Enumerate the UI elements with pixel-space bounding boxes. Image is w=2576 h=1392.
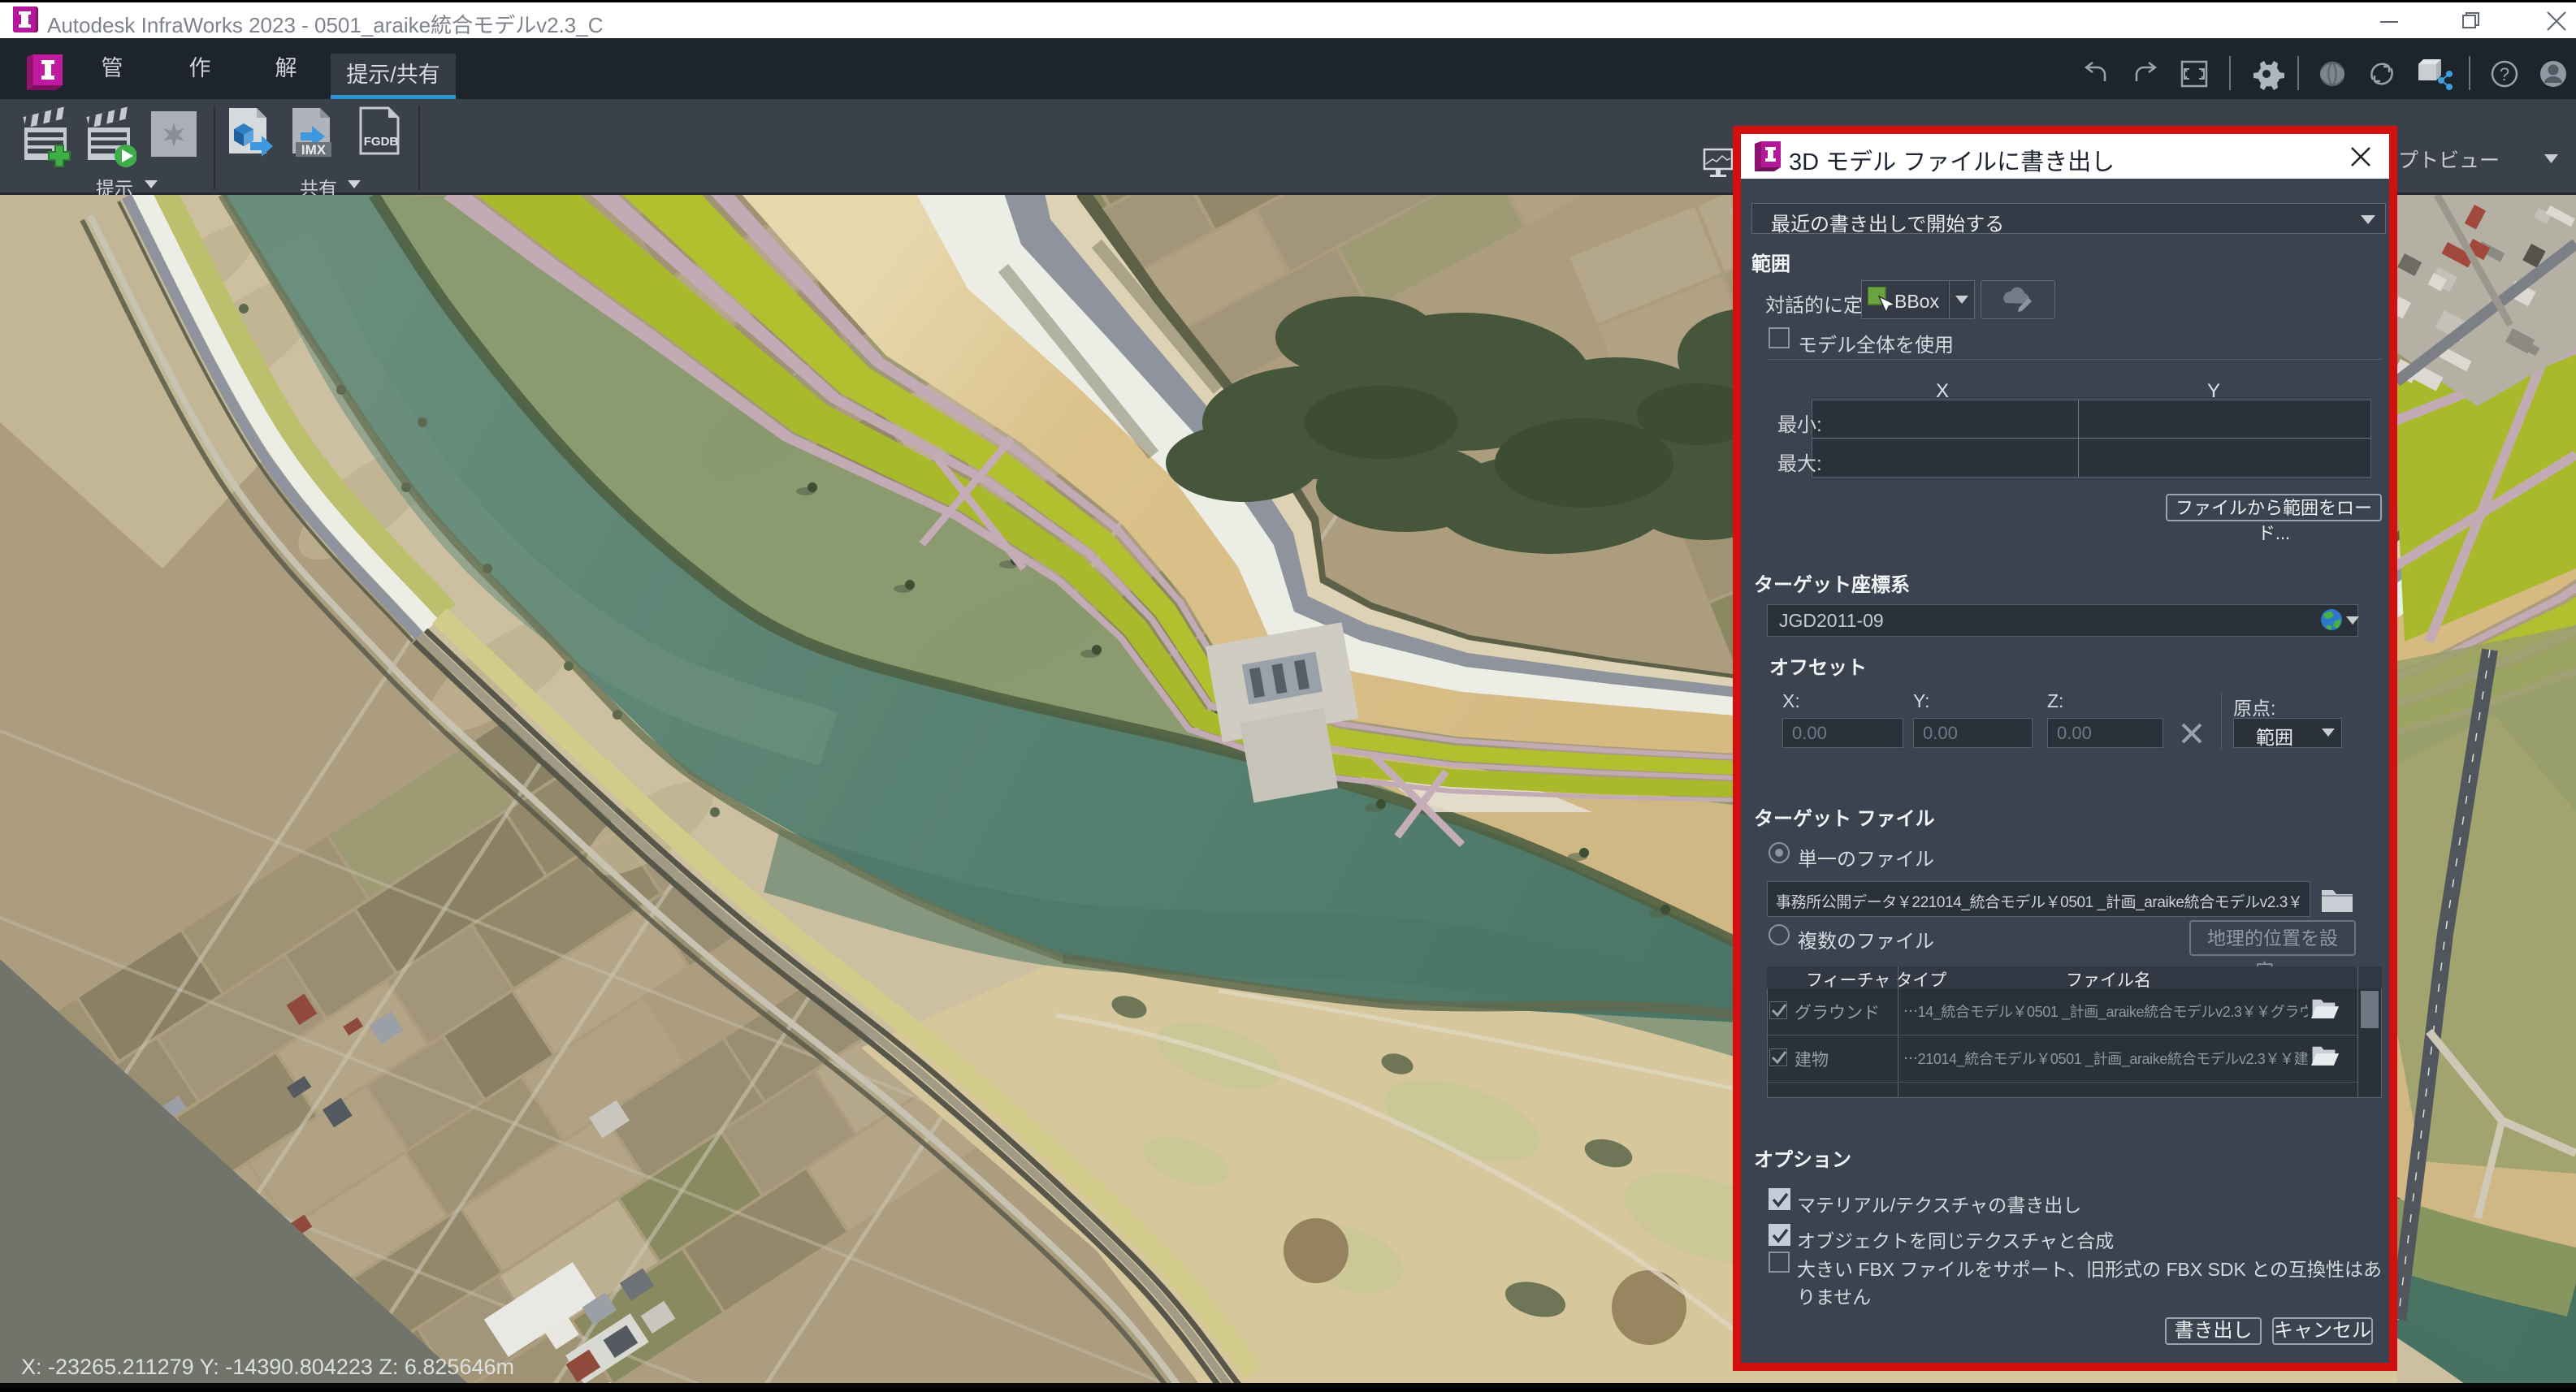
svg-text:FGDB: FGDB (364, 135, 399, 149)
svg-text:X: -23265.211279 Y: -14390.804: X: -23265.211279 Y: -14390.804223 Z: 6.8… (21, 1355, 514, 1379)
svg-text:IMX: IMX (301, 142, 327, 158)
svg-text:?: ? (2500, 64, 2509, 84)
